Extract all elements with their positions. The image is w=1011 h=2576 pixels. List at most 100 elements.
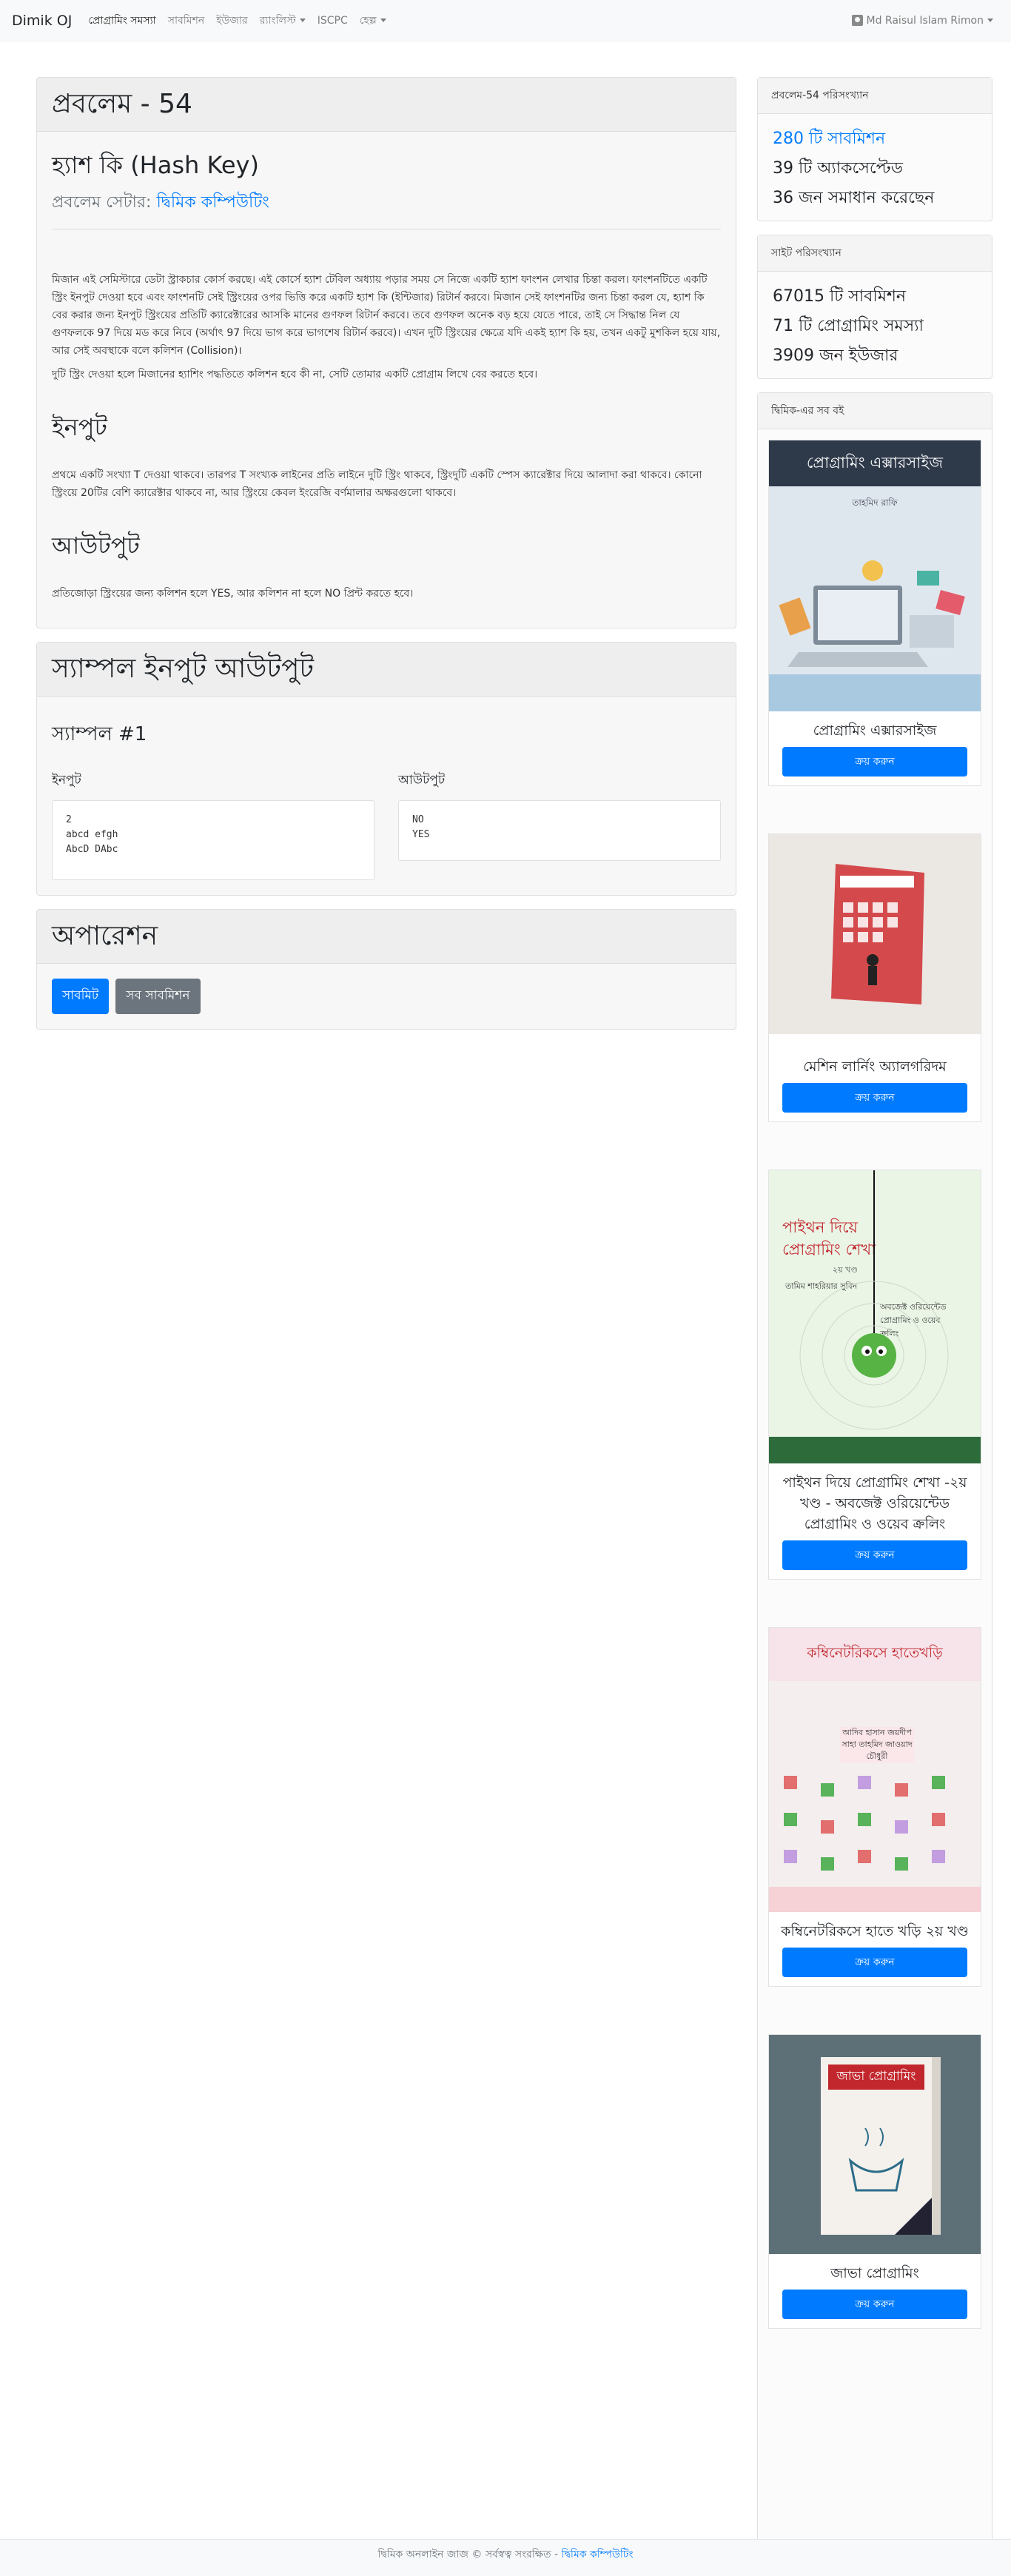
submit-button[interactable]: সাবমিট bbox=[52, 979, 110, 1014]
sample-output-line: YES bbox=[412, 829, 430, 840]
problem-title: হ্যাশ কি (Hash Key) bbox=[52, 151, 259, 179]
top-navbar: Dimik OJ প্রোগ্রামিং সমস্যা সাবমিশন ইউজা… bbox=[0, 0, 1011, 41]
book-item: জাভা প্রোগ্রামিং জাভা প্রোগ্রামিং ক্রয় … bbox=[768, 2034, 981, 2329]
chevron-down-icon bbox=[380, 19, 386, 22]
operations-card: অপারেশন সাবমিট সব সাবমিশন bbox=[36, 909, 736, 1030]
sample-input-line: AbcD DAbc bbox=[66, 844, 118, 855]
book-title: মেশিন লার্নিং অ্যালগরিদম bbox=[803, 1059, 947, 1075]
book-cover-image[interactable]: পাইথন দিয়ে প্রোগ্রামিং শেখা ২য় খণ্ড তা… bbox=[769, 1170, 981, 1463]
nav-submissions[interactable]: সাবমিশন bbox=[168, 12, 205, 30]
book-item: পাইথন দিয়ে প্রোগ্রামিং শেখা ২য় খণ্ড তা… bbox=[768, 1170, 981, 1580]
problem-setter-link[interactable]: দ্বিমিক কম্পিউটিং bbox=[156, 193, 269, 212]
buy-book-button[interactable]: ক্রয় করুন bbox=[782, 1948, 967, 1977]
footer-link[interactable]: দ্বিমিক কম্পিউটিং bbox=[562, 2549, 634, 2560]
site-problems-count: 71 টি প্রোগ্রামিং সমস্যা bbox=[773, 317, 924, 335]
sample-input-label: ইনপুট bbox=[52, 773, 81, 788]
samples-card-body: স্যাম্পল #1 ইনপুট 2 abcd efgh AbcD DAbc … bbox=[37, 697, 736, 895]
nav-iscpc[interactable]: ISCPC bbox=[318, 15, 348, 27]
input-description: প্রথমে একটি সংখ্যা T দেওয়া থাকবে। তারপর… bbox=[52, 469, 702, 499]
buy-book-button[interactable]: ক্রয় করুন bbox=[782, 747, 967, 777]
book-item: কম্বিনেটরিকসে হাতেখড়ি আদিব হাসান জয়দীপ… bbox=[768, 1627, 981, 1987]
book-title: পাইথন দিয়ে প্রোগ্রামিং শেখা -২য় খণ্ড -… bbox=[782, 1475, 967, 1532]
problem-number-heading: প্রবলেম - 54 bbox=[52, 89, 192, 119]
book-title: জাভা প্রোগ্রামিং bbox=[830, 2265, 919, 2281]
nav-problems[interactable]: প্রোগ্রামিং সমস্যা bbox=[88, 12, 155, 30]
book-cover-image[interactable]: কম্বিনেটরিকসে হাতেখড়ি আদিব হাসান জয়দীপ… bbox=[769, 1628, 981, 1912]
site-stats-body: 67015 টি সাবমিশন 71 টি প্রোগ্রামিং সমস্য… bbox=[758, 272, 992, 378]
sample-input-column: ইনপুট 2 abcd efgh AbcD DAbc bbox=[52, 771, 374, 880]
operations-heading: অপারেশন bbox=[52, 921, 158, 951]
book-cover-image[interactable]: জাভা প্রোগ্রামিং bbox=[769, 2035, 981, 2254]
sample-output-label: আউটপুট bbox=[398, 773, 446, 788]
sample-output-box: NO YES bbox=[398, 800, 721, 861]
samples-heading: স্যাম্পল ইনপুট আউটপুট bbox=[52, 654, 315, 684]
samples-card-header: স্যাম্পল ইনপুট আউটপুট bbox=[37, 643, 736, 697]
site-stats-header: সাইট পরিসংখ্যান bbox=[758, 235, 992, 272]
laptop-illustration-icon bbox=[769, 560, 981, 711]
main-column: প্রবলেম - 54 হ্যাশ কি (Hash Key) প্রবলেম… bbox=[36, 77, 736, 1043]
statement-paragraph: মিজান এই সেমিস্টারে ডেটা স্ট্রাকচার কোর্… bbox=[52, 274, 721, 357]
nav-ranklist-label: র‍্যাংলিস্ট bbox=[259, 14, 296, 27]
sample-title: স্যাম্পল #1 bbox=[52, 723, 147, 745]
sample-input-line: abcd efgh bbox=[66, 829, 118, 840]
output-heading: আউটপুট bbox=[52, 531, 140, 560]
book-cover-author: তাহমিদ রাফি bbox=[852, 497, 898, 508]
book-item: প্রোগ্রামিং এক্সারসাইজ তাহমিদ রাফি প্রোগ… bbox=[768, 440, 981, 786]
sidebar: প্রবলেম-54 পরিসংখ্যান 280 টি সাবমিশন 39 … bbox=[757, 77, 992, 2560]
brand-link[interactable]: Dimik OJ bbox=[12, 13, 72, 29]
nav-ranklist-dropdown[interactable]: র‍্যাংলিস্ট bbox=[260, 12, 306, 30]
problem-stats-body: 280 টি সাবমিশন 39 টি অ্যাকসেপ্টেড 36 জন … bbox=[758, 114, 992, 221]
problem-statement: মিজান এই সেমিস্টারে ডেটা স্ট্রাকচার কোর্… bbox=[52, 271, 721, 603]
chevron-down-icon bbox=[299, 19, 306, 22]
user-name: Md Raisul Islam Rimon bbox=[866, 14, 984, 27]
input-heading: ইনপুট bbox=[52, 413, 107, 441]
user-icon bbox=[851, 15, 863, 26]
statement-paragraph: দুটি স্ট্রিং দেওয়া হলে মিজানের হ্যাশিং … bbox=[52, 369, 538, 380]
problem-solved-count: 36 জন সমাধান করেছেন bbox=[773, 189, 935, 207]
problem-card: প্রবলেম - 54 হ্যাশ কি (Hash Key) প্রবলেম… bbox=[36, 77, 736, 628]
sample-input-line: 2 bbox=[66, 814, 72, 825]
sample-input-box: 2 abcd efgh AbcD DAbc bbox=[52, 800, 374, 880]
buy-book-button[interactable]: ক্রয় করুন bbox=[782, 1083, 967, 1113]
operations-card-body: সাবমিট সব সাবমিশন bbox=[37, 964, 736, 1029]
problem-submissions-link[interactable]: 280 টি সাবমিশন bbox=[773, 124, 977, 154]
book-photo-icon bbox=[769, 834, 981, 1034]
output-description: প্রতিজোড়া স্ট্রিংয়ের জন্য কলিশন হলে YE… bbox=[52, 588, 414, 600]
user-menu-dropdown[interactable]: Md Raisul Islam Rimon bbox=[851, 14, 993, 27]
spider-illustration-icon bbox=[769, 1170, 981, 1463]
book-title: প্রোগ্রামিং এক্সারসাইজ bbox=[813, 722, 937, 739]
site-submissions-count: 67015 টি সাবমিশন bbox=[773, 287, 907, 306]
nav-users[interactable]: ইউজার bbox=[216, 12, 247, 30]
book-cover-image[interactable]: প্রোগ্রামিং এক্সারসাইজ তাহমিদ রাফি bbox=[769, 440, 981, 711]
chevron-down-icon bbox=[987, 19, 993, 22]
problem-stats-card: প্রবলেম-54 পরিসংখ্যান 280 টি সাবমিশন 39 … bbox=[757, 77, 992, 221]
sample-output-column: আউটপুট NO YES bbox=[398, 771, 721, 880]
problem-setter: প্রবলেম সেটার: দ্বিমিক কম্পিউটিং bbox=[52, 189, 721, 217]
buy-book-button[interactable]: ক্রয় করুন bbox=[782, 2290, 967, 2319]
buy-book-button[interactable]: ক্রয় করুন bbox=[782, 1540, 967, 1570]
footer-text: দ্বিমিক অনলাইন জাজ © সর্বস্বত্ব সংরক্ষিত… bbox=[377, 2549, 559, 2560]
page-footer: দ্বিমিক অনলাইন জাজ © সর্বস্বত্ব সংরক্ষিত… bbox=[0, 2539, 1011, 2576]
sample-io-row: ইনপুট 2 abcd efgh AbcD DAbc আউটপুট NO YE… bbox=[52, 771, 721, 880]
samples-card: স্যাম্পল ইনপুট আউটপুট স্যাম্পল #1 ইনপুট … bbox=[36, 642, 736, 896]
problem-accepted-count: 39 টি অ্যাকসেপ্টেড bbox=[773, 159, 903, 178]
pattern-illustration-icon bbox=[769, 1776, 981, 1912]
problem-card-header: প্রবলেম - 54 bbox=[37, 78, 736, 132]
site-users-count: 3909 জন ইউজার bbox=[773, 346, 899, 365]
all-submissions-button[interactable]: সব সাবমিশন bbox=[115, 979, 201, 1014]
books-list: প্রোগ্রামিং এক্সারসাইজ তাহমিদ রাফি প্রোগ… bbox=[758, 429, 992, 2387]
problem-card-body: হ্যাশ কি (Hash Key) প্রবলেম সেটার: দ্বিম… bbox=[37, 132, 736, 628]
book-cover-title: প্রোগ্রামিং এক্সারসাইজ bbox=[806, 453, 944, 472]
books-card: দ্বিমিক-এর সব বই প্রোগ্রামিং এক্সারসাইজ … bbox=[757, 392, 992, 2546]
book-item: মেশিন লার্নিং অ্যালগরিদম ক্রয় করুন bbox=[768, 833, 981, 1122]
problem-stats-header: প্রবলেম-54 পরিসংখ্যান bbox=[758, 78, 992, 114]
sample-output-line: NO bbox=[412, 814, 424, 825]
problem-setter-label: প্রবলেম সেটার: bbox=[52, 193, 152, 212]
book-cover-title: জাভা প্রোগ্রামিং bbox=[836, 2069, 916, 2084]
nav-help-label: হেল্প bbox=[359, 14, 377, 27]
site-stats-card: সাইট পরিসংখ্যান 67015 টি সাবমিশন 71 টি প… bbox=[757, 235, 992, 379]
operations-card-header: অপারেশন bbox=[37, 910, 736, 964]
book-title: কম্বিনেটরিকসে হাতে খড়ি ২য় খণ্ড bbox=[781, 1923, 969, 1939]
book-cover-image[interactable] bbox=[769, 834, 981, 1034]
nav-help-dropdown[interactable]: হেল্প bbox=[360, 12, 386, 30]
